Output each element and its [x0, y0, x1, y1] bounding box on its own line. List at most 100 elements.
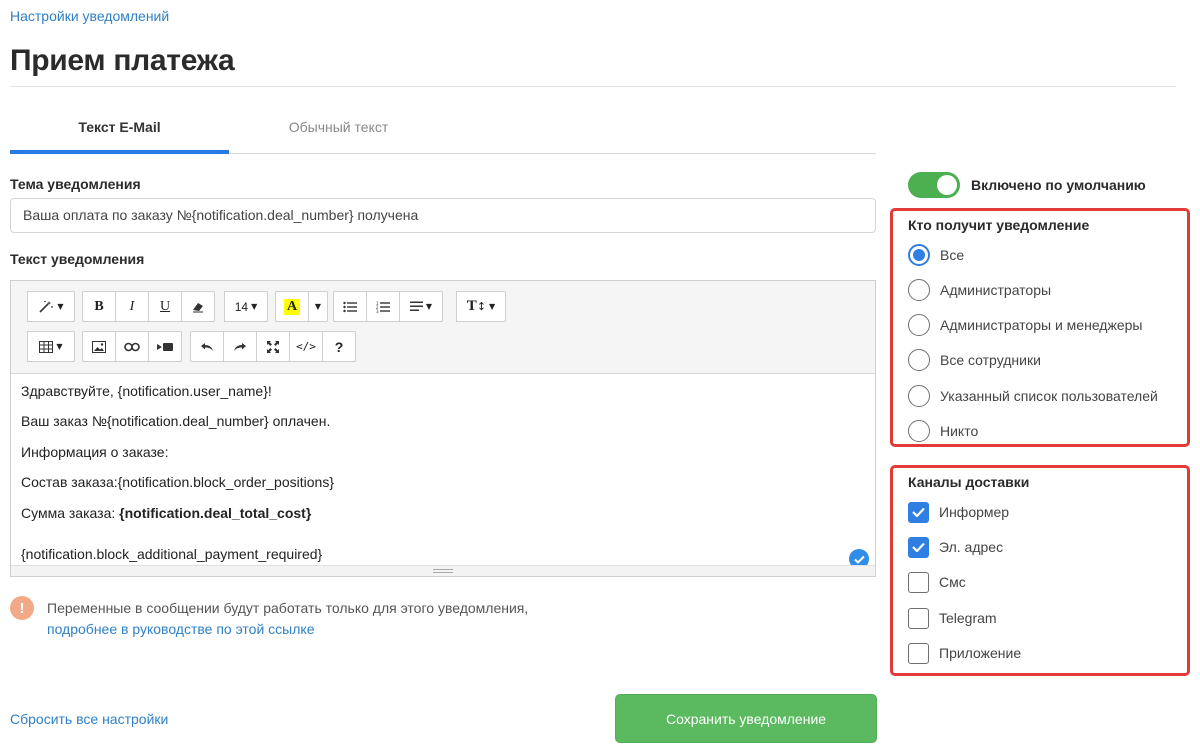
- editor-content[interactable]: Здравствуйте, {notification.user_name}! …: [11, 374, 875, 569]
- recipient-option-admins[interactable]: Администраторы: [908, 279, 1051, 301]
- line-height-button[interactable]: T ↕ ▼: [456, 291, 506, 322]
- channel-option-email[interactable]: Эл. адрес: [908, 536, 1003, 558]
- recipients-title: Кто получит уведомление: [908, 217, 1090, 233]
- svg-text:3: 3: [376, 309, 379, 313]
- help-button[interactable]: ?: [322, 331, 356, 362]
- radio-unselected[interactable]: [908, 420, 930, 442]
- align-button[interactable]: ▼: [399, 291, 443, 322]
- video-icon: [157, 342, 173, 351]
- body-label: Текст уведомления: [10, 251, 145, 267]
- image-icon: [92, 340, 106, 353]
- clear-format-button[interactable]: [181, 291, 215, 322]
- unordered-list-button[interactable]: [333, 291, 367, 322]
- radio-unselected[interactable]: [908, 279, 930, 301]
- editor-toolbar: ▼ B I U 14 ▼ A ▼ 1 2 3 ▼ T ↕ ▼ ▼ </> ?: [11, 281, 875, 374]
- checkbox-unchecked[interactable]: [908, 571, 929, 593]
- underline-button[interactable]: U: [148, 291, 182, 322]
- editor-resize-handle[interactable]: [11, 565, 875, 576]
- undo-button[interactable]: [190, 331, 224, 362]
- chevron-down-icon: ▼: [57, 302, 64, 311]
- save-notification-button[interactable]: Сохранить уведомление: [615, 694, 877, 743]
- chevron-down-icon: ▼: [314, 302, 322, 311]
- ordered-list-button[interactable]: 123: [366, 291, 400, 322]
- bold-icon: B: [94, 298, 104, 314]
- checkmark-icon: [912, 542, 925, 552]
- radio-unselected[interactable]: [908, 349, 930, 371]
- channel-option-app[interactable]: Приложение: [908, 642, 1021, 664]
- eraser-icon: [193, 302, 203, 312]
- underline-icon: U: [159, 298, 171, 314]
- checkbox-unchecked[interactable]: [908, 642, 929, 664]
- insert-link-button[interactable]: [115, 331, 149, 362]
- reset-settings-link[interactable]: Сбросить все настройки: [10, 711, 168, 727]
- toolbar-group-height: T ↕ ▼: [456, 291, 506, 322]
- fullscreen-button[interactable]: [256, 331, 290, 362]
- insert-video-button[interactable]: [148, 331, 182, 362]
- option-label: Приложение: [939, 645, 1022, 661]
- recipient-option-user-list[interactable]: Указанный список пользователей: [908, 385, 1158, 407]
- toolbar-group-insert: [82, 331, 182, 362]
- recipients-panel: Кто получит уведомление Все Администрато…: [890, 208, 1190, 447]
- exclamation-icon: !: [10, 596, 34, 620]
- channels-panel: Каналы доставки Информер Эл. адрес Смс T…: [890, 465, 1190, 676]
- toolbar-group-font: B I U: [82, 291, 215, 322]
- tab-email-text[interactable]: Текст E-Mail: [10, 104, 229, 154]
- redo-button[interactable]: [223, 331, 257, 362]
- font-size-button[interactable]: 14 ▼: [224, 291, 268, 322]
- checkbox-checked[interactable]: [908, 536, 929, 558]
- code-icon: </>: [296, 340, 316, 353]
- channel-option-informer[interactable]: Информер: [908, 501, 1009, 523]
- sum-label: Сумма заказа:: [21, 505, 120, 521]
- option-label: Смс: [939, 574, 966, 590]
- toolbar-group-view: </> ?: [190, 331, 356, 362]
- subject-label: Тема уведомления: [10, 176, 141, 192]
- text-height-icon: T: [466, 298, 477, 314]
- highlight-color-button[interactable]: A: [275, 291, 309, 322]
- table-button[interactable]: ▼: [27, 331, 75, 362]
- rich-text-editor: ▼ B I U 14 ▼ A ▼ 1 2 3 ▼ T ↕ ▼ ▼ </> ? З…: [10, 280, 876, 577]
- style-button[interactable]: ▼: [27, 291, 75, 322]
- page-title: Прием платежа: [10, 44, 235, 77]
- unordered-list-icon: [343, 301, 357, 312]
- subject-input[interactable]: Ваша оплата по заказу №{notification.dea…: [10, 198, 876, 233]
- highlight-color-dropdown[interactable]: ▼: [308, 291, 328, 322]
- radio-unselected[interactable]: [908, 314, 930, 336]
- option-label: Никто: [940, 423, 979, 439]
- channel-option-sms[interactable]: Смс: [908, 571, 966, 593]
- tab-bar: Текст E-Mail Обычный текст: [10, 104, 876, 154]
- recipient-option-nobody[interactable]: Никто: [908, 420, 978, 442]
- sum-value: {notification.deal_total_cost}: [119, 505, 312, 521]
- option-label: Telegram: [939, 610, 997, 626]
- toolbar-group-table: ▼: [27, 331, 75, 362]
- editor-line-sum: Сумма заказа: {notification.deal_total_c…: [21, 505, 311, 521]
- radio-unselected[interactable]: [908, 385, 930, 407]
- checkbox-checked[interactable]: [908, 501, 929, 523]
- toggle-knob: [937, 175, 957, 195]
- editor-line-greeting: Здравствуйте, {notification.user_name}!: [21, 383, 272, 399]
- option-label: Администраторы: [940, 282, 1052, 298]
- italic-icon: I: [129, 298, 135, 314]
- help-icon: ?: [334, 338, 344, 355]
- toolbar-group-paragraph: 123 ▼: [333, 291, 443, 322]
- bold-button[interactable]: B: [82, 291, 116, 322]
- title-divider: [10, 86, 1176, 87]
- default-enabled-toggle[interactable]: [908, 172, 960, 198]
- recipient-option-all[interactable]: Все: [908, 244, 964, 266]
- radio-selected[interactable]: [908, 244, 930, 266]
- option-label: Указанный список пользователей: [940, 388, 1158, 404]
- italic-button[interactable]: I: [115, 291, 149, 322]
- guide-link[interactable]: подробнее в руководстве по этой ссылке: [47, 621, 314, 637]
- channels-title: Каналы доставки: [908, 474, 1030, 490]
- checkbox-unchecked[interactable]: [908, 607, 929, 629]
- table-icon: [39, 340, 54, 353]
- option-label: Все сотрудники: [940, 352, 1041, 368]
- recipient-option-admins-managers[interactable]: Администраторы и менеджеры: [908, 314, 1142, 336]
- code-view-button[interactable]: </>: [289, 331, 323, 362]
- channel-option-telegram[interactable]: Telegram: [908, 607, 997, 629]
- breadcrumb-link[interactable]: Настройки уведомлений: [10, 8, 169, 24]
- tab-plain-text[interactable]: Обычный текст: [229, 104, 448, 154]
- insert-image-button[interactable]: [82, 331, 116, 362]
- chevron-down-icon: ▼: [489, 302, 496, 311]
- recipient-option-all-staff[interactable]: Все сотрудники: [908, 349, 1041, 371]
- grip-icon: [433, 569, 453, 573]
